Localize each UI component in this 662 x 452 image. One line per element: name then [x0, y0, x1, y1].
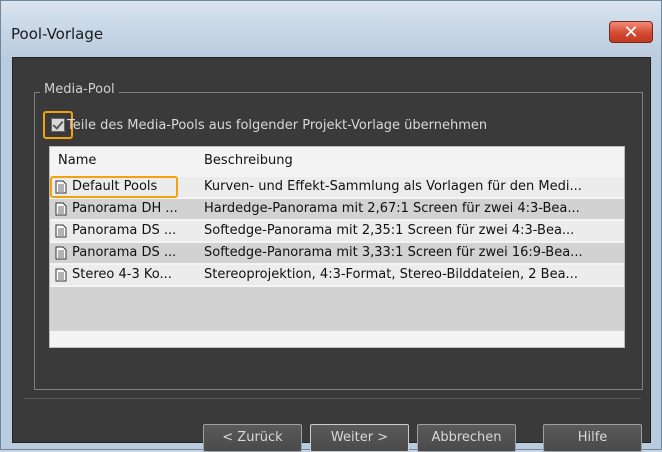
document-icon	[55, 268, 67, 282]
column-header-description[interactable]: Beschreibung	[204, 153, 293, 168]
item-description: Kurven- und Effekt-Sammlung als Vorlagen…	[204, 179, 582, 194]
document-icon	[55, 246, 67, 260]
document-icon	[55, 224, 67, 238]
item-name: Panorama DS ...	[72, 245, 177, 260]
item-name: Stereo 4-3 Ko...	[72, 267, 172, 282]
selection-highlight	[50, 176, 178, 198]
window-title: Pool-Vorlage	[11, 25, 104, 43]
dialog-window: Pool-Vorlage ✕ Media-Pool Teile des Medi…	[0, 0, 662, 452]
use-template-checkbox[interactable]	[51, 118, 65, 132]
cancel-button[interactable]: Abbrechen	[417, 424, 516, 452]
item-description: Softedge-Panorama mit 3,33:1 Screen für …	[204, 245, 583, 260]
list-item[interactable]: Default Pools Kurven- und Effekt-Sammlun…	[50, 176, 624, 198]
column-header-name[interactable]: Name	[58, 153, 96, 168]
item-name: Panorama DH ...	[72, 201, 178, 216]
list-item[interactable]: Panorama DS ... Softedge-Panorama mit 3,…	[50, 243, 624, 263]
close-button[interactable]: ✕	[609, 21, 653, 43]
list-item[interactable]: Panorama DS ... Softedge-Panorama mit 2,…	[50, 221, 624, 241]
checkbox-label[interactable]: Teile des Media-Pools aus folgender Proj…	[67, 118, 487, 133]
item-description: Softedge-Panorama mit 2,35:1 Screen für …	[204, 223, 575, 238]
next-button[interactable]: Weiter >	[310, 424, 409, 452]
close-icon: ✕	[623, 22, 639, 43]
list-item[interactable]: Panorama DH ... Hardedge-Panorama mit 2,…	[50, 199, 624, 219]
template-list[interactable]: Name Beschreibung Default Pools Kurven- …	[49, 146, 625, 348]
dialog-body: Media-Pool Teile des Media-Pools aus fol…	[12, 57, 651, 452]
group-legend: Media-Pool	[40, 82, 119, 97]
back-button[interactable]: < Zurück	[203, 424, 302, 452]
item-name: Panorama DS ...	[72, 223, 177, 238]
divider	[24, 398, 641, 399]
item-description: Stereoprojektion, 4:3-Format, Stereo-Bil…	[204, 267, 578, 282]
title-bar: Pool-Vorlage ✕	[1, 1, 661, 57]
list-header: Name Beschreibung	[50, 147, 624, 173]
list-item[interactable]: Stereo 4-3 Ko... Stereoprojektion, 4:3-F…	[50, 265, 624, 285]
document-icon	[55, 202, 67, 216]
help-button[interactable]: Hilfe	[543, 424, 642, 452]
empty-list-area	[50, 287, 624, 331]
item-description: Hardedge-Panorama mit 2,67:1 Screen für …	[204, 201, 580, 216]
